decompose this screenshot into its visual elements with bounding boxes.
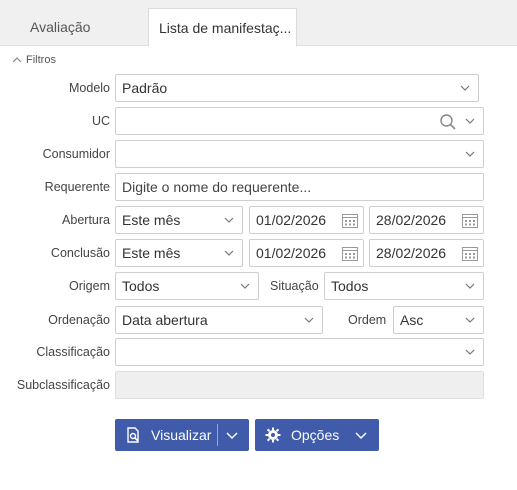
- filters-title: Filtros: [26, 54, 56, 66]
- ordem-select[interactable]: Asc: [393, 306, 484, 334]
- tab-bar: Avaliação Lista de manifestaç...: [0, 0, 517, 47]
- modelo-value: Padrão: [122, 80, 168, 96]
- ordem-value: Asc: [400, 312, 424, 328]
- classificacao-label: Classificação: [36, 345, 110, 359]
- conclusao-label: Conclusão: [50, 246, 110, 260]
- requerente-placeholder: Digite o nome do requerente...: [122, 179, 312, 195]
- origem-label: Origem: [69, 279, 110, 293]
- tab-lista-manifestacoes[interactable]: Lista de manifestaç...: [148, 8, 297, 47]
- consumidor-select[interactable]: [115, 140, 484, 168]
- chevron-down-icon: [465, 118, 475, 124]
- conclusao-start-value: 01/02/2026: [256, 245, 327, 261]
- abertura-start-date[interactable]: 01/02/2026: [249, 206, 364, 234]
- calendar-icon[interactable]: [461, 245, 479, 262]
- filters-toggle[interactable]: Filtros: [12, 54, 56, 66]
- search-icon[interactable]: [439, 113, 457, 131]
- visualizar-button[interactable]: Visualizar: [115, 419, 249, 451]
- requerente-input[interactable]: Digite o nome do requerente...: [115, 173, 484, 201]
- abertura-end-date[interactable]: 28/02/2026: [369, 206, 484, 234]
- conclusao-period-value: Este mês: [122, 245, 181, 261]
- calendar-icon[interactable]: [461, 212, 479, 229]
- chevron-down-icon: [240, 283, 250, 289]
- chevron-down-icon: [465, 283, 475, 289]
- chevron-up-icon: [12, 57, 22, 63]
- visualizar-label: Visualizar: [151, 427, 212, 443]
- conclusao-period-select[interactable]: Este mês: [115, 239, 243, 267]
- chevron-down-icon: [465, 151, 475, 157]
- opcoes-label: Opções: [291, 427, 340, 443]
- situacao-label: Situação: [270, 279, 319, 293]
- origem-value: Todos: [122, 278, 160, 294]
- situacao-select[interactable]: Todos: [324, 272, 484, 300]
- conclusao-end-date[interactable]: 28/02/2026: [369, 239, 484, 267]
- consumidor-label: Consumidor: [42, 147, 110, 161]
- gear-icon: [265, 427, 281, 443]
- requerente-label: Requerente: [44, 180, 110, 194]
- button-divider: [217, 424, 218, 446]
- document-search-icon: [127, 427, 139, 443]
- chevron-down-icon: [224, 217, 234, 223]
- abertura-start-value: 01/02/2026: [256, 212, 327, 228]
- chevron-down-icon: [304, 317, 314, 323]
- uc-label: UC: [91, 114, 110, 128]
- classificacao-select[interactable]: [115, 338, 484, 366]
- abertura-end-value: 28/02/2026: [376, 212, 447, 228]
- chevron-down-icon: [465, 349, 475, 355]
- ordenacao-select[interactable]: Data abertura: [115, 306, 323, 334]
- chevron-down-icon[interactable]: [355, 429, 367, 441]
- abertura-label: Abertura: [62, 213, 110, 227]
- tab-avaliacao[interactable]: Avaliação: [18, 8, 138, 46]
- chevron-down-icon: [460, 85, 470, 91]
- calendar-icon[interactable]: [341, 212, 359, 229]
- abertura-period-value: Este mês: [122, 212, 181, 228]
- uc-select[interactable]: [115, 107, 484, 135]
- modelo-label: Modelo: [69, 81, 110, 95]
- chevron-down-icon: [224, 250, 234, 256]
- chevron-down-icon: [465, 317, 475, 323]
- subclassificacao-label: Subclassificação: [16, 378, 110, 392]
- conclusao-start-date[interactable]: 01/02/2026: [249, 239, 364, 267]
- chevron-down-icon[interactable]: [226, 429, 238, 441]
- ordem-label: Ordem: [348, 313, 387, 327]
- ordenacao-value: Data abertura: [122, 312, 208, 328]
- origem-select[interactable]: Todos: [115, 272, 259, 300]
- ordenacao-label: Ordenação: [48, 313, 110, 327]
- opcoes-button[interactable]: Opções: [255, 419, 379, 451]
- modelo-select[interactable]: Padrão: [115, 74, 479, 102]
- subclassificacao-select: [115, 371, 484, 399]
- conclusao-end-value: 28/02/2026: [376, 245, 447, 261]
- abertura-period-select[interactable]: Este mês: [115, 206, 243, 234]
- calendar-icon[interactable]: [341, 245, 359, 262]
- situacao-value: Todos: [331, 278, 369, 294]
